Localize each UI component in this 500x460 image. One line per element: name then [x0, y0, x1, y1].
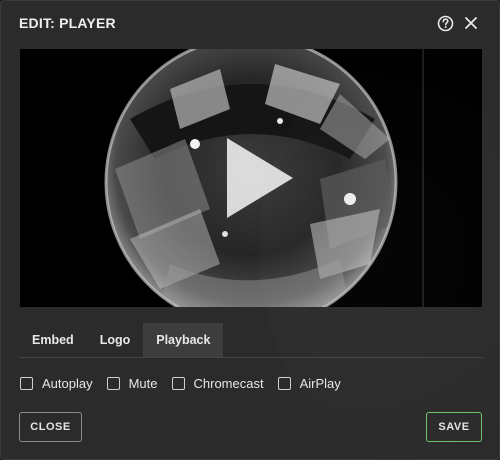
airplay-label: AirPlay	[299, 375, 341, 391]
close-icon[interactable]	[461, 13, 481, 33]
help-icon[interactable]	[435, 13, 455, 33]
chromecast-checkbox[interactable]	[171, 376, 185, 390]
settings-tabs: Embed Logo Playback	[19, 323, 224, 357]
mute-label: Mute	[128, 375, 158, 391]
video-preview[interactable]	[20, 49, 482, 307]
play-icon[interactable]	[223, 136, 295, 220]
airplay-checkbox[interactable]	[277, 376, 291, 390]
option-autoplay[interactable]: Autoplay	[20, 376, 93, 391]
dialog-header: EDIT: PLAYER	[1, 1, 499, 45]
playback-options: Autoplay Mute Chromecast AirPlay	[20, 373, 355, 393]
tab-embed[interactable]: Embed	[19, 323, 87, 357]
player-edit-dialog: EDIT: PLAYER Embed Logo Playback Autopla…	[0, 0, 500, 460]
mute-checkbox[interactable]	[106, 376, 120, 390]
dialog-title: EDIT: PLAYER	[19, 15, 116, 31]
autoplay-label: Autoplay	[42, 375, 93, 391]
autoplay-checkbox[interactable]	[20, 376, 33, 390]
option-mute[interactable]: Mute	[106, 375, 158, 391]
save-button[interactable]: SAVE	[426, 412, 482, 442]
close-button[interactable]: CLOSE	[19, 412, 82, 442]
option-airplay[interactable]: AirPlay	[277, 375, 341, 391]
chromecast-label: Chromecast	[193, 375, 264, 391]
tab-playback[interactable]: Playback	[143, 323, 224, 357]
tab-logo[interactable]: Logo	[87, 323, 144, 357]
option-chromecast[interactable]: Chromecast	[171, 375, 264, 391]
tabs-divider	[19, 357, 483, 358]
